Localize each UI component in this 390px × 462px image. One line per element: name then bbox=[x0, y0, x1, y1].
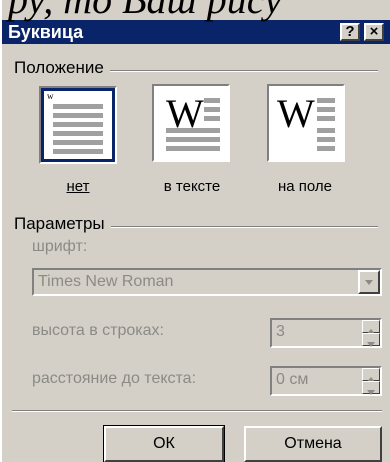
close-button[interactable]: × bbox=[364, 23, 384, 41]
height-spin-down[interactable] bbox=[362, 333, 380, 347]
distance-value: 0 см bbox=[276, 371, 309, 388]
distance-label: расстояние до текста: bbox=[32, 370, 197, 387]
text-line bbox=[317, 146, 335, 151]
font-dropdown-button[interactable] bbox=[358, 270, 380, 294]
font-select[interactable]: Times New Roman bbox=[32, 268, 382, 296]
cancel-button[interactable]: Отмена bbox=[244, 426, 382, 462]
help-button[interactable]: ? bbox=[340, 23, 360, 41]
text-line bbox=[166, 137, 220, 142]
text-line bbox=[317, 128, 335, 133]
drop-cap-glyph: W bbox=[277, 91, 315, 136]
position-in-margin-option[interactable]: W bbox=[267, 84, 345, 162]
text-line bbox=[53, 149, 103, 154]
chevron-down-icon bbox=[365, 280, 373, 285]
font-select-value: Times New Roman bbox=[38, 273, 174, 290]
text-line bbox=[166, 128, 220, 133]
distance-spin-up[interactable] bbox=[362, 368, 380, 382]
text-line bbox=[53, 113, 103, 118]
font-label: шрифт: bbox=[32, 238, 88, 255]
height-spin-up[interactable] bbox=[362, 320, 380, 334]
dialog-title: Буквица bbox=[8, 22, 84, 42]
text-line bbox=[204, 98, 220, 103]
position-none-label: нет bbox=[66, 178, 90, 195]
position-none-option[interactable]: w bbox=[39, 86, 117, 164]
position-group-label: Положение bbox=[14, 58, 110, 78]
text-line bbox=[53, 131, 103, 136]
height-label: высота в строках: bbox=[32, 322, 164, 339]
text-line bbox=[53, 122, 103, 127]
height-spinner[interactable]: 3 bbox=[270, 318, 382, 348]
background-document-text: ру, то Ваш рису bbox=[8, 0, 282, 23]
text-line bbox=[53, 104, 103, 109]
arrow-down-icon bbox=[367, 342, 375, 347]
position-in-text-option[interactable]: W bbox=[152, 84, 230, 162]
drop-cap-dialog: Буквица ? × Положение w нет W в тексте W… bbox=[0, 0, 390, 462]
ok-button[interactable]: ОК bbox=[103, 425, 225, 462]
text-line bbox=[317, 98, 335, 103]
text-line bbox=[53, 140, 103, 145]
text-line bbox=[204, 107, 220, 112]
distance-spin-down[interactable] bbox=[362, 381, 380, 395]
text-line bbox=[166, 146, 220, 151]
text-line bbox=[317, 137, 335, 142]
text-line bbox=[204, 116, 220, 121]
arrow-down-icon bbox=[367, 390, 375, 395]
height-value: 3 bbox=[276, 323, 285, 340]
params-group-label: Параметры bbox=[14, 214, 111, 234]
text-line bbox=[317, 116, 335, 121]
text-line bbox=[317, 107, 335, 112]
position-in-text-label: в тексте bbox=[163, 178, 221, 195]
distance-spinner[interactable]: 0 см bbox=[270, 366, 382, 396]
small-w-glyph: w bbox=[47, 91, 54, 101]
dialog-titlebar: Буквица ? × bbox=[2, 20, 390, 44]
separator bbox=[12, 410, 382, 412]
position-in-margin-label: на поле bbox=[277, 178, 333, 195]
